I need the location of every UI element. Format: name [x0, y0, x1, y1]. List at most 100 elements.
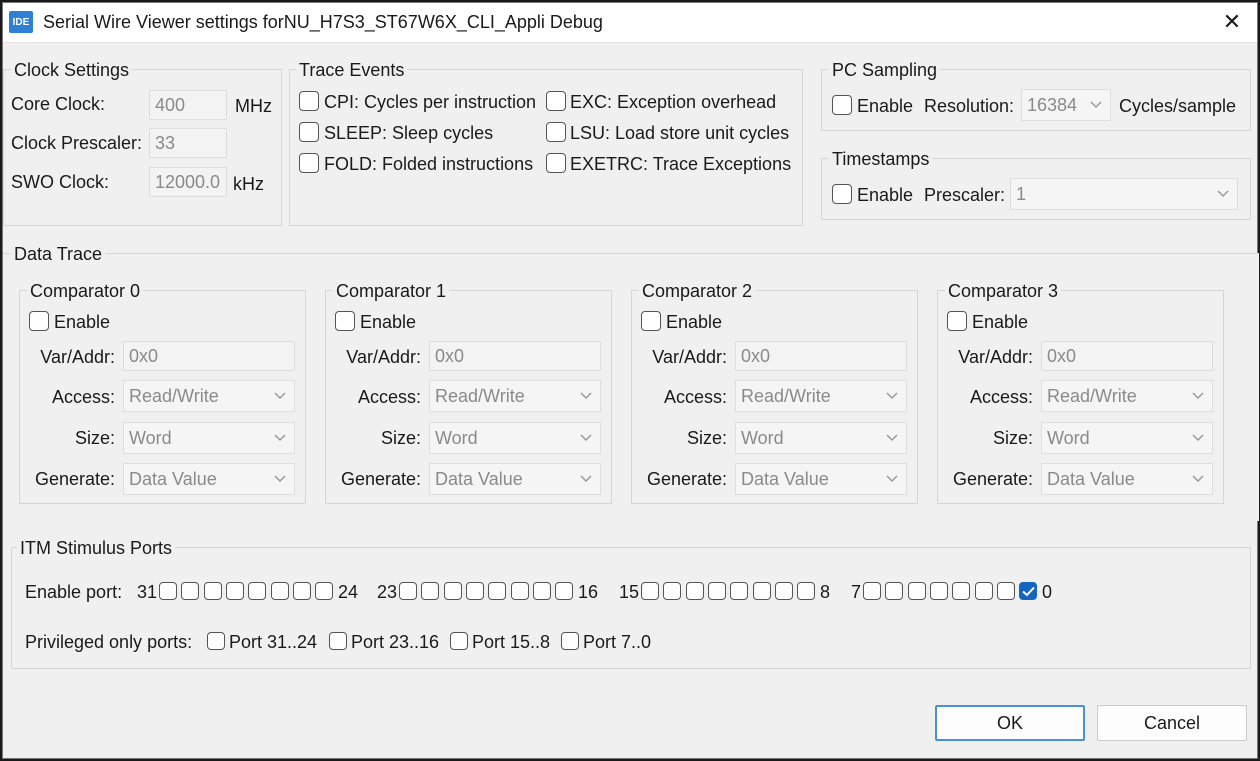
port-31-checkbox[interactable]: [159, 582, 177, 600]
comparator-0-size-select[interactable]: Word: [123, 422, 295, 454]
sleep-label[interactable]: SLEEP: Sleep cycles: [324, 122, 493, 144]
sleep-checkbox[interactable]: [299, 122, 319, 142]
core-clock-input[interactable]: 400: [149, 90, 227, 120]
comparator-3-var-input[interactable]: 0x0: [1041, 341, 1213, 371]
fold-label[interactable]: FOLD: Folded instructions: [324, 153, 533, 175]
port-22-checkbox[interactable]: [421, 582, 439, 600]
clock-prescaler-input[interactable]: 33: [149, 128, 227, 158]
port-3-checkbox[interactable]: [952, 582, 970, 600]
comparator-0-var-input[interactable]: 0x0: [123, 341, 295, 371]
privileged-7-0-checkbox[interactable]: [561, 632, 579, 650]
comparator-1-access-label: Access:: [357, 387, 421, 407]
port-25-checkbox[interactable]: [293, 582, 311, 600]
comparator-0-generate-select[interactable]: Data Value: [123, 463, 295, 495]
privileged-23-16-label[interactable]: Port 23..16: [351, 631, 439, 653]
comparator-3-enable-checkbox[interactable]: [947, 311, 967, 331]
port-19-checkbox[interactable]: [488, 582, 506, 600]
port-17-checkbox[interactable]: [533, 582, 551, 600]
port-24-checkbox[interactable]: [315, 582, 333, 600]
port-30-checkbox[interactable]: [181, 582, 199, 600]
data-trace-legend: Data Trace: [11, 243, 106, 265]
comparator-3-size-select[interactable]: Word: [1041, 422, 1213, 454]
port-26-checkbox[interactable]: [271, 582, 289, 600]
exetrc-label[interactable]: EXETRC: Trace Exceptions: [570, 153, 791, 175]
comparator-1-var-input[interactable]: 0x0: [429, 341, 601, 371]
lsu-checkbox[interactable]: [546, 122, 566, 142]
comparator-0-generate-label: Generate:: [34, 469, 115, 489]
comparator-2-size-select[interactable]: Word: [735, 422, 907, 454]
port-28-checkbox[interactable]: [226, 582, 244, 600]
exc-checkbox[interactable]: [546, 91, 566, 111]
chevron-down-icon: [886, 381, 898, 411]
privileged-7-0-label[interactable]: Port 7..0: [583, 631, 651, 653]
port-15-checkbox[interactable]: [641, 582, 659, 600]
chevron-down-icon: [886, 423, 898, 453]
port-11-checkbox[interactable]: [730, 582, 748, 600]
port-9-checkbox[interactable]: [775, 582, 793, 600]
port-21-checkbox[interactable]: [444, 582, 462, 600]
comparator-2-var-input[interactable]: 0x0: [735, 341, 907, 371]
comparator-2-enable-checkbox[interactable]: [641, 311, 661, 331]
comparator-2-size-label: Size:: [686, 428, 727, 448]
comparator-1-var-label: Var/Addr:: [346, 347, 421, 367]
port-16-checkbox[interactable]: [555, 582, 573, 600]
exetrc-checkbox[interactable]: [546, 153, 566, 173]
privileged-23-16-checkbox[interactable]: [329, 632, 347, 650]
swo-clock-input[interactable]: 12000.0: [149, 167, 227, 197]
port-0-checkbox[interactable]: [1019, 582, 1037, 600]
privileged-31-24-label[interactable]: Port 31..24: [229, 631, 317, 653]
port-1-checkbox[interactable]: [997, 582, 1015, 600]
comparator-0-enable-checkbox[interactable]: [29, 311, 49, 331]
timestamps-enable-label[interactable]: Enable: [857, 184, 913, 206]
resolution-value: 16384: [1027, 95, 1078, 115]
fold-checkbox[interactable]: [299, 153, 319, 173]
port-4-checkbox[interactable]: [930, 582, 948, 600]
comparator-2-generate-select[interactable]: Data Value: [735, 463, 907, 495]
port-20-checkbox[interactable]: [466, 582, 484, 600]
resolution-select[interactable]: 16384: [1021, 89, 1111, 121]
comparator-2-enable-label[interactable]: Enable: [666, 311, 722, 333]
comparator-1-generate-select[interactable]: Data Value: [429, 463, 601, 495]
cpi-label[interactable]: CPI: Cycles per instruction: [324, 91, 536, 113]
comparator-0-access-select[interactable]: Read/Write: [123, 380, 295, 412]
pc-sampling-enable-checkbox[interactable]: [832, 95, 852, 115]
comparator-3-access-select[interactable]: Read/Write: [1041, 380, 1213, 412]
comparator-1-size-select[interactable]: Word: [429, 422, 601, 454]
port-18-checkbox[interactable]: [511, 582, 529, 600]
privileged-31-24-checkbox[interactable]: [207, 632, 225, 650]
comparator-3-enable-label[interactable]: Enable: [972, 311, 1028, 333]
timestamps-prescaler-select[interactable]: 1: [1010, 178, 1238, 210]
port-7-checkbox[interactable]: [863, 582, 881, 600]
comparator-0-title: Comparator 0: [27, 280, 144, 302]
comparator-0-enable-label[interactable]: Enable: [54, 311, 110, 333]
port-23-checkbox[interactable]: [399, 582, 417, 600]
port-6-checkbox[interactable]: [885, 582, 903, 600]
port-5-checkbox[interactable]: [908, 582, 926, 600]
port-27-checkbox[interactable]: [248, 582, 266, 600]
pc-sampling-enable-label[interactable]: Enable: [857, 95, 913, 117]
port-group-start-label: 23: [377, 582, 398, 602]
cpi-checkbox[interactable]: [299, 91, 319, 111]
comparator-1-enable-label[interactable]: Enable: [360, 311, 416, 333]
lsu-label[interactable]: LSU: Load store unit cycles: [570, 122, 789, 144]
comparator-1-enable-checkbox[interactable]: [335, 311, 355, 331]
privileged-15-8-checkbox[interactable]: [450, 632, 468, 650]
privileged-15-8-label[interactable]: Port 15..8: [472, 631, 550, 653]
cancel-button[interactable]: Cancel: [1097, 705, 1247, 741]
comparator-1-access-select[interactable]: Read/Write: [429, 380, 601, 412]
ok-button[interactable]: OK: [935, 705, 1085, 741]
port-2-checkbox[interactable]: [975, 582, 993, 600]
port-14-checkbox[interactable]: [663, 582, 681, 600]
comparator-2-access-label: Access:: [663, 387, 727, 407]
port-10-checkbox[interactable]: [753, 582, 771, 600]
port-12-checkbox[interactable]: [708, 582, 726, 600]
exc-label[interactable]: EXC: Exception overhead: [570, 91, 776, 113]
port-29-checkbox[interactable]: [204, 582, 222, 600]
port-8-checkbox[interactable]: [797, 582, 815, 600]
port-13-checkbox[interactable]: [686, 582, 704, 600]
comparator-2-access-value: Read/Write: [741, 386, 831, 406]
comparator-2-access-select[interactable]: Read/Write: [735, 380, 907, 412]
comparator-3-generate-select[interactable]: Data Value: [1041, 463, 1213, 495]
close-icon[interactable]: ✕: [1217, 7, 1247, 37]
timestamps-enable-checkbox[interactable]: [832, 184, 852, 204]
